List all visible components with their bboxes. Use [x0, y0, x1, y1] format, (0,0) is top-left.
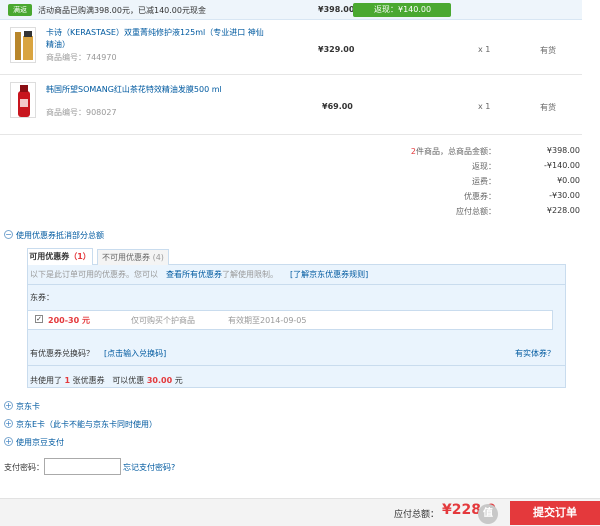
expand-icon[interactable]: + — [4, 401, 13, 410]
summary-value: ¥228.00 — [546, 206, 580, 215]
watermark-logo: 值 — [478, 504, 498, 524]
expand-icon[interactable]: + — [4, 419, 13, 428]
exchange-code-link[interactable]: [点击输入兑换码] — [104, 348, 166, 359]
product-image[interactable] — [10, 82, 36, 118]
product-price: ¥69.00 — [322, 102, 353, 111]
summary-value: ¥0.00 — [557, 176, 580, 185]
product-code: 商品编号：744970 — [46, 53, 117, 62]
collapse-icon[interactable]: − — [4, 230, 13, 239]
entity-coupon-link[interactable]: 有实体券？ — [515, 348, 555, 359]
coupon-checkbox[interactable]: ✓ — [35, 315, 43, 323]
summary-row-payable: 应付总额： ¥228.00 — [360, 206, 580, 220]
summary-value: -¥30.00 — [549, 191, 580, 200]
product-stock: 有货 — [540, 103, 556, 112]
coupon-expiry: 有效期至2014-09-05 — [228, 316, 307, 325]
coupon-hint-2: 了解使用限制。 — [222, 270, 278, 279]
coupon-section-toggle[interactable]: 使用优惠券抵消部分总额 — [16, 230, 104, 241]
divider — [27, 284, 566, 285]
summary-value: ¥398.00 — [546, 146, 580, 155]
promo-price: ¥398.00 — [318, 5, 355, 14]
summary-label: 运费： — [472, 177, 496, 186]
summary-label: 件商品，总商品金额： — [416, 147, 496, 156]
coupon-rules-link[interactable]: [了解京东优惠券规则] — [290, 269, 368, 280]
product-name-link[interactable]: 韩国所望SOMANG红山茶花特效精油发膜500 ml — [46, 84, 266, 96]
product-stock: 有货 — [540, 46, 556, 55]
product-qty: x 1 — [478, 102, 491, 111]
summary-row-coupon: 优惠券： -¥30.00 — [360, 191, 580, 205]
dongquan-label: 东券： — [30, 293, 54, 302]
jd-card-toggle[interactable]: 京东卡 — [16, 401, 40, 412]
promo-tag: 满返 — [8, 4, 32, 16]
coupon-hint: 以下是此订单可用的优惠券。您可以 — [30, 270, 158, 279]
view-all-coupons-link[interactable]: 查看所有优惠券 — [166, 269, 222, 280]
product-code: 商品编号：908027 — [46, 108, 117, 117]
coupon-desc: 仅可购买个护商品 — [131, 316, 195, 325]
summary-value: -¥140.00 — [544, 161, 580, 170]
coupon-value: 200-30 元 — [48, 316, 90, 325]
summary-row-shipping: 运费： ¥0.00 — [360, 176, 580, 190]
jd-beans-toggle[interactable]: 使用京豆支付 — [16, 437, 64, 448]
return-badge: 返现：¥140.00 — [353, 3, 451, 17]
summary-label: 优惠券： — [464, 192, 496, 201]
promo-text: 活动商品已购满398.00元，已减140.00元现金 — [38, 6, 206, 15]
pay-password-input[interactable] — [44, 458, 121, 475]
expand-icon[interactable]: + — [4, 437, 13, 446]
forgot-password-link[interactable]: 忘记支付密码? — [123, 462, 175, 473]
product-name-link[interactable]: 卡诗（KERASTASE）双重菁纯修护液125ml（专业进口 神仙精油） — [46, 27, 266, 51]
summary-label: 应付总额： — [456, 207, 496, 216]
divider — [27, 365, 566, 366]
submit-order-button[interactable]: 提交订单 — [510, 501, 600, 525]
product-price: ¥329.00 — [318, 45, 355, 54]
jd-ecard-toggle[interactable]: 京东E卡（此卡不能与京东卡同时使用） — [16, 419, 157, 430]
pay-password-label: 支付密码： — [4, 463, 44, 472]
footer-total-label: 应付总额： — [394, 510, 440, 520]
coupon-used-summary: 共使用了 1 张优惠券 可以优惠 30.00 元 — [30, 376, 183, 385]
summary-row-return: 返现： -¥140.00 — [360, 161, 580, 175]
tab-unavailable-coupons[interactable]: 不可用优惠券 (4) — [97, 249, 169, 265]
tab-available-coupons[interactable]: 可用优惠券（1） — [27, 248, 93, 265]
product-qty: x 1 — [478, 45, 491, 54]
exchange-question: 有优惠券兑换码？ — [30, 349, 94, 358]
product-image[interactable] — [10, 27, 36, 63]
summary-row-total: 2件商品，总商品金额： ¥398.00 — [360, 146, 580, 160]
summary-label: 返现： — [472, 162, 496, 171]
